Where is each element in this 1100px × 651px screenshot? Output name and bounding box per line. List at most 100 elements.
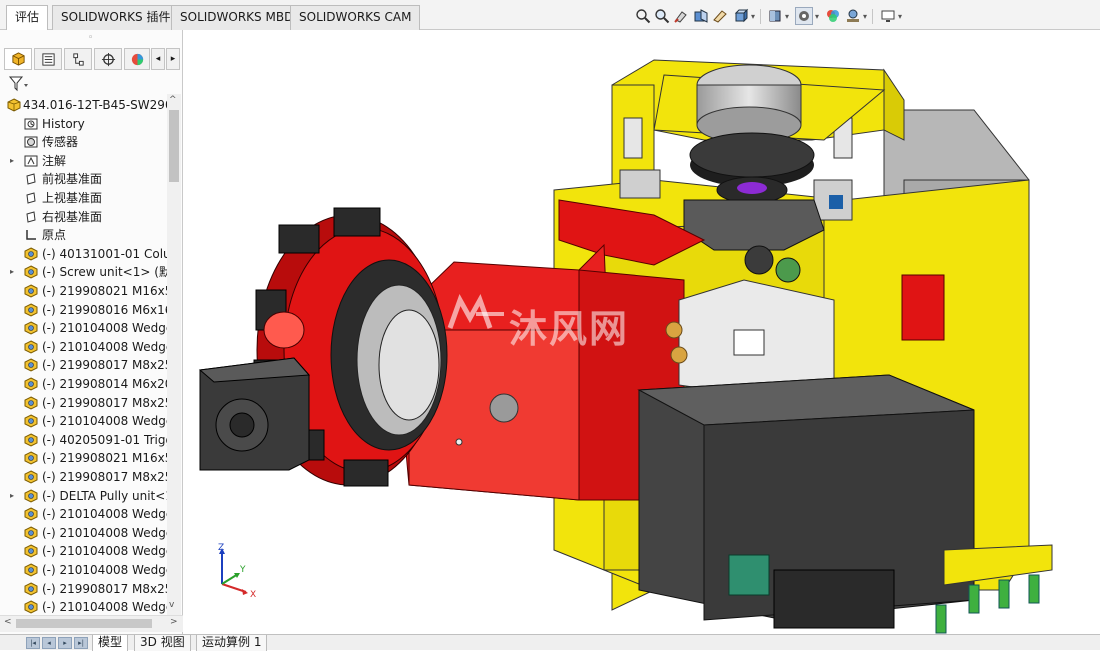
- scroll-down-icon[interactable]: v: [169, 600, 174, 610]
- expand-arrow-icon[interactable]: ▸: [10, 263, 14, 281]
- tree-item[interactable]: 上视基准面: [0, 189, 168, 207]
- tab-solidworks-addins[interactable]: SOLIDWORKS 插件: [52, 5, 180, 30]
- scroll-thumb[interactable]: [169, 110, 179, 182]
- tree-item[interactable]: (-) 219908014 M6x20I: [0, 375, 168, 393]
- tree-item[interactable]: (-) 219908021 M16x5(: [0, 282, 168, 300]
- tree-item[interactable]: (-) 219908017 M8x25I: [0, 394, 168, 412]
- tree-item[interactable]: (-) 210104008 Wedge: [0, 319, 168, 337]
- part-icon: [24, 396, 38, 410]
- tree-item[interactable]: (-) 219908017 M8x25I: [0, 468, 168, 486]
- scroll-up-icon[interactable]: ^: [169, 95, 177, 105]
- tree-item[interactable]: (-) 40205091-01 Trigg: [0, 431, 168, 449]
- tree-item-label: (-) 40131001-01 Colur: [42, 246, 168, 261]
- display-manager-icon[interactable]: [124, 48, 150, 70]
- tree-item[interactable]: (-) 210104008 Wedge: [0, 598, 168, 614]
- zoom-to-fit-icon[interactable]: [634, 7, 652, 25]
- panel-tabs: ◂ ▸: [4, 48, 180, 70]
- tree-item[interactable]: (-) 219908017 M8x25I: [0, 580, 168, 598]
- tree-item[interactable]: ▸ 注解: [0, 152, 168, 170]
- chevron-down-icon[interactable]: ▾: [785, 12, 789, 21]
- part-icon: [24, 600, 38, 614]
- chevron-down-icon[interactable]: ▾: [815, 12, 819, 21]
- tree-item[interactable]: (-) 210104008 Wedge: [0, 524, 168, 542]
- panel-scroll-right-icon[interactable]: ▸: [166, 48, 180, 70]
- tree-item[interactable]: (-) 40131001-01 Colur: [0, 245, 168, 263]
- tree-item[interactable]: ▸ (-) DELTA Pully unit<1: [0, 487, 168, 505]
- view-orientation-icon[interactable]: [732, 7, 750, 25]
- property-manager-icon[interactable]: [34, 48, 62, 70]
- tab-motion-study[interactable]: 运动算例 1: [196, 635, 268, 651]
- previous-view-icon[interactable]: [672, 7, 690, 25]
- tree-item-label: (-) 40205091-01 Trigg: [42, 432, 168, 447]
- tree-item[interactable]: (-) 219908021 M16x5(: [0, 449, 168, 467]
- part-icon: [24, 526, 38, 540]
- tree-item-label: 注解: [42, 153, 67, 168]
- chevron-down-icon[interactable]: ▾: [751, 12, 755, 21]
- chevron-down-icon[interactable]: ▾: [898, 12, 902, 21]
- edit-appearance-icon[interactable]: [824, 7, 842, 25]
- tree-item[interactable]: (-) 210104008 Wedge: [0, 561, 168, 579]
- prev-tab-icon[interactable]: ◂: [42, 637, 56, 649]
- tab-solidworks-cam[interactable]: SOLIDWORKS CAM: [290, 5, 421, 30]
- toolbar-divider: [760, 9, 761, 24]
- tab-3d-views[interactable]: 3D 视图: [134, 635, 191, 651]
- tab-model[interactable]: 模型: [92, 635, 129, 651]
- tree-item-label: (-) 219908014 M6x20I: [42, 377, 168, 391]
- expand-arrow-icon[interactable]: ▸: [10, 152, 14, 170]
- part-icon: [24, 284, 38, 298]
- watermark-logo-icon: [447, 293, 504, 329]
- assembly-model[interactable]: [184, 30, 1100, 634]
- view-settings-icon[interactable]: [879, 7, 897, 25]
- tree-vertical-scrollbar[interactable]: ^ v: [167, 94, 181, 616]
- tree-item[interactable]: (-) 219908017 M8x25I: [0, 356, 168, 374]
- tree-item-label: (-) 219908017 M8x25I: [42, 395, 168, 410]
- dimxpert-manager-icon[interactable]: [94, 48, 122, 70]
- tree-item[interactable]: (-) 210104008 Wedge: [0, 542, 168, 560]
- section-view-icon[interactable]: [692, 7, 710, 25]
- triad-x-label: X: [250, 590, 256, 598]
- hide-show-icon[interactable]: [795, 7, 813, 25]
- scroll-right-icon[interactable]: >: [170, 617, 178, 627]
- last-tab-icon[interactable]: ▸|: [74, 637, 88, 649]
- expand-arrow-icon[interactable]: ▸: [10, 487, 14, 505]
- tree-item-label: (-) 210104008 Wedge: [42, 600, 168, 614]
- next-tab-icon[interactable]: ▸: [58, 637, 72, 649]
- filter-icon[interactable]: [8, 75, 32, 93]
- tree-item[interactable]: (-) 210104008 Wedge: [0, 505, 168, 523]
- part-icon: [24, 582, 38, 596]
- assembly-icon: [7, 98, 21, 112]
- apply-scene-icon[interactable]: [844, 7, 862, 25]
- panel-scroll-left-icon[interactable]: ◂: [151, 48, 165, 70]
- tree-item[interactable]: 右视基准面: [0, 208, 168, 226]
- tree-horizontal-scrollbar[interactable]: < >: [0, 615, 183, 632]
- dynamic-annotation-icon[interactable]: [711, 7, 729, 25]
- tree-item[interactable]: (-) 210104008 Wedge: [0, 412, 168, 430]
- tree-item-label: 上视基准面: [42, 191, 103, 205]
- feature-manager-icon[interactable]: [4, 48, 32, 70]
- part-icon: [24, 451, 38, 465]
- tab-solidworks-mbd[interactable]: SOLIDWORKS MBD: [171, 5, 303, 30]
- tree-item[interactable]: (-) 219908016 M6x16I: [0, 301, 168, 319]
- zoom-area-icon[interactable]: [653, 7, 671, 25]
- chevron-down-icon[interactable]: ▾: [863, 12, 867, 21]
- tree-root[interactable]: 434.016-12T-B45-SW290: [0, 96, 168, 114]
- display-style-icon[interactable]: [766, 7, 784, 25]
- panel-grip-icon[interactable]: ◦: [88, 33, 93, 43]
- tree-item[interactable]: (-) 210104008 Wedge: [0, 338, 168, 356]
- tree-item[interactable]: History: [0, 115, 168, 133]
- scroll-thumb[interactable]: [16, 619, 152, 628]
- graphics-viewport[interactable]: 沐风网 Z Y X: [184, 30, 1100, 634]
- tree-item[interactable]: ▸ (-) Screw unit<1> (默认: [0, 263, 168, 281]
- part-icon: [24, 358, 38, 372]
- tab-evaluate[interactable]: 评估: [6, 5, 49, 31]
- tree-item-label: (-) Screw unit<1> (默认: [42, 265, 168, 280]
- first-tab-icon[interactable]: |◂: [26, 637, 40, 649]
- configuration-manager-icon[interactable]: [64, 48, 92, 70]
- tree-item-label: (-) 210104008 Wedge: [42, 525, 168, 540]
- tree-item[interactable]: 原点: [0, 226, 168, 244]
- scroll-left-icon[interactable]: <: [4, 617, 12, 627]
- tree-item[interactable]: 传感器: [0, 133, 168, 151]
- tree-item[interactable]: 前视基准面: [0, 170, 168, 188]
- annotations-icon: [24, 155, 38, 167]
- plane-icon: [26, 210, 36, 223]
